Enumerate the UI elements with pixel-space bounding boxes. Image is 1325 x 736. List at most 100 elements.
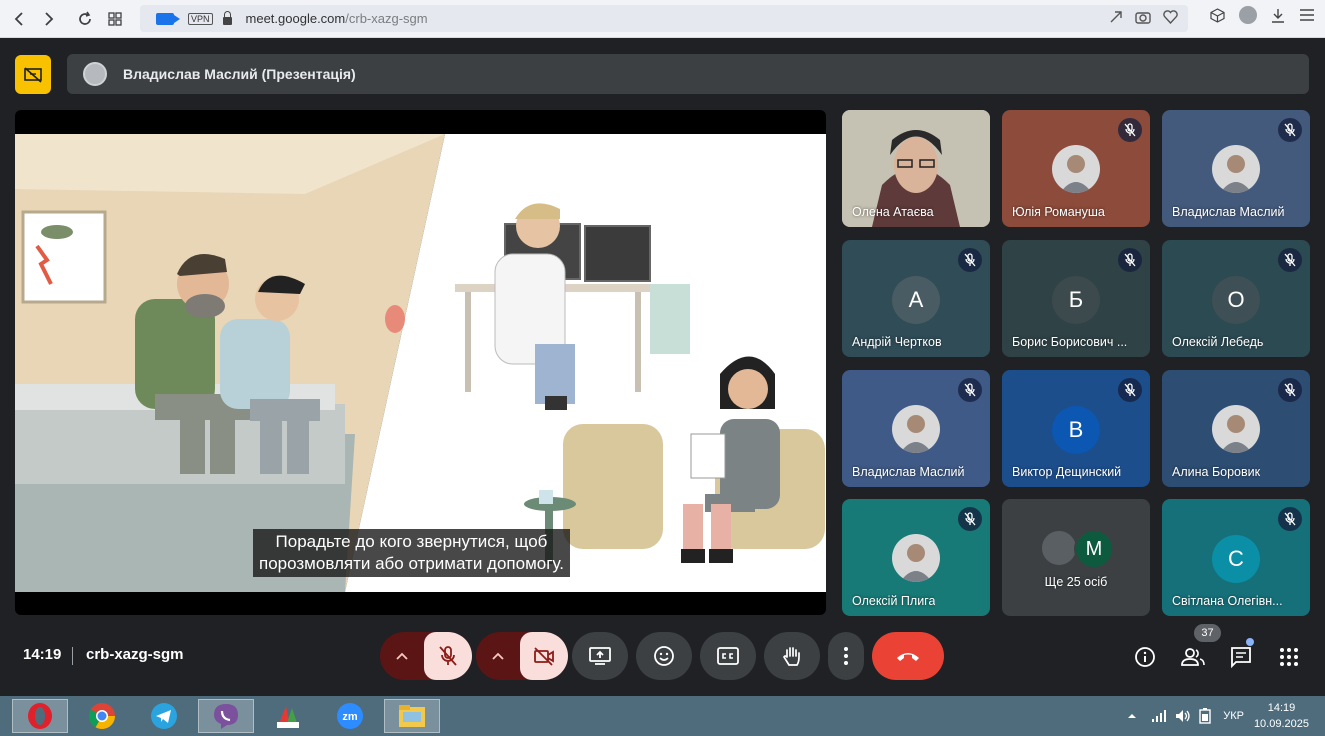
camera-off-icon [534, 647, 554, 666]
participant-initial: В [1052, 406, 1100, 454]
tray-arrow-icon[interactable] [1127, 712, 1137, 720]
people-count-badge: 37 [1194, 624, 1221, 642]
present-screen-icon [589, 647, 611, 665]
back-icon[interactable] [4, 4, 34, 34]
stop-presenting-icon[interactable] [15, 55, 51, 94]
presenter-name: Владислав Маслий (Презентація) [123, 66, 356, 82]
taskbar-zoom[interactable]: zm [322, 699, 378, 733]
leave-call-button[interactable] [872, 632, 944, 680]
more-options-button[interactable] [828, 632, 864, 680]
participant-name: Алина Боровик [1172, 465, 1261, 479]
zoom-icon: zm [337, 703, 363, 729]
mic-options-button[interactable] [380, 632, 424, 680]
mic-muted-icon [1278, 507, 1302, 531]
present-screen-button[interactable] [572, 632, 628, 680]
participant-avatar [892, 534, 940, 582]
system-clock[interactable]: 14:19 10.09.2025 [1254, 700, 1309, 732]
participant-avatar [1212, 405, 1260, 453]
camera-toggle-button[interactable] [520, 632, 568, 680]
os-taskbar: zm УКР 14:19 10.09.2025 [0, 696, 1325, 736]
divider [72, 647, 73, 665]
taskbar-chrome[interactable] [74, 699, 130, 733]
telegram-icon [151, 703, 177, 729]
info-icon [1135, 647, 1155, 667]
presenter-banner: Владислав Маслий (Презентація) [67, 54, 1309, 94]
participant-name: Борис Борисович ... [1012, 335, 1128, 349]
heart-icon[interactable] [1163, 10, 1178, 24]
browser-toolbar: VPN meet.google.com/crb-xazg-sgm [0, 0, 1325, 38]
forward-icon[interactable] [34, 4, 64, 34]
participant-tile[interactable]: С Світлана Олегівн... [1162, 499, 1310, 616]
mic-muted-icon [958, 378, 982, 402]
slide-caption: Порадьте до кого звернутися, щоб порозмо… [253, 529, 570, 577]
taskbar-opera[interactable] [12, 699, 68, 733]
lock-icon[interactable] [222, 10, 232, 25]
phone-hangup-icon [897, 653, 919, 661]
participant-initial: С [1212, 535, 1260, 583]
participant-tile[interactable]: М Ще 25 осіб [1002, 499, 1150, 616]
chrome-icon [88, 703, 116, 730]
mic-control [380, 632, 472, 680]
activities-button[interactable] [1276, 644, 1302, 670]
participant-avatar [1052, 145, 1100, 193]
address-bar[interactable]: VPN meet.google.com/crb-xazg-sgm [140, 5, 1188, 32]
participant-tile[interactable]: Алина Боровик [1162, 370, 1310, 487]
taskbar-telegram[interactable] [136, 699, 192, 733]
participant-name: Юлія Романуша [1012, 205, 1105, 219]
camera-options-button[interactable] [476, 632, 520, 680]
opera-icon [28, 703, 52, 729]
battery-icon[interactable] [1199, 708, 1211, 724]
participant-tile[interactable]: Владислав Маслий [842, 370, 990, 487]
meeting-info-button[interactable] [1132, 644, 1158, 670]
chat-button[interactable] [1228, 644, 1254, 670]
mic-muted-icon [1278, 248, 1302, 272]
volume-icon[interactable] [1175, 709, 1191, 723]
raise-hand-button[interactable] [764, 632, 820, 680]
signal-icon[interactable] [1151, 710, 1167, 722]
participant-tile[interactable]: Б Борис Борисович ... [1002, 240, 1150, 357]
captions-icon [717, 647, 739, 665]
meeting-code: crb-xazg-sgm [86, 646, 184, 663]
vpn-badge[interactable]: VPN [188, 12, 213, 25]
reactions-button[interactable] [636, 632, 692, 680]
participant-name: Світлана Олегівн... [1172, 594, 1283, 608]
mic-off-icon [439, 646, 457, 666]
participant-tile[interactable]: Владислав Маслий [1162, 110, 1310, 227]
cube-icon[interactable] [1210, 7, 1225, 23]
mic-muted-icon [1278, 378, 1302, 402]
participant-tile[interactable]: В Виктор Дещинский [1002, 370, 1150, 487]
captions-button[interactable] [700, 632, 756, 680]
system-tray: УКР 14:19 10.09.2025 [1127, 696, 1325, 736]
presentation-stage[interactable]: Порадьте до кого звернутися, щоб порозмо… [15, 110, 826, 615]
folder-icon [399, 705, 425, 727]
presenter-avatar [83, 62, 107, 86]
slide-illustration [15, 134, 826, 592]
participant-tile[interactable]: О Олексій Лебедь [1162, 240, 1310, 357]
participant-name: Олексій Лебедь [1172, 335, 1264, 349]
reload-icon[interactable] [70, 4, 100, 34]
emoji-icon [654, 646, 674, 666]
participant-initial: А [892, 276, 940, 324]
menu-icon[interactable] [1299, 8, 1315, 22]
taskbar-viber[interactable] [198, 699, 254, 733]
participant-tile[interactable]: А Андрій Чертков [842, 240, 990, 357]
share-icon[interactable] [1109, 10, 1123, 24]
svg-text:zm: zm [342, 711, 358, 723]
taskbar-explorer[interactable] [384, 699, 440, 733]
snapshot-icon[interactable] [1135, 10, 1151, 24]
app-fan-icon [277, 706, 299, 728]
tabs-grid-icon[interactable] [100, 4, 130, 34]
url-text: meet.google.com/crb-xazg-sgm [246, 11, 428, 26]
people-button[interactable] [1180, 644, 1206, 670]
keyboard-language[interactable]: УКР [1223, 710, 1244, 722]
taskbar-app-fan[interactable] [260, 699, 316, 733]
people-icon [1181, 648, 1205, 666]
chevron-up-icon [396, 652, 408, 660]
participant-tile[interactable]: Олена Атаєва [842, 110, 990, 227]
mic-toggle-button[interactable] [424, 632, 472, 680]
participant-name: Олена Атаєва [852, 205, 934, 219]
profile-avatar[interactable] [1239, 6, 1257, 24]
download-icon[interactable] [1271, 8, 1285, 23]
participant-tile[interactable]: Олексій Плига [842, 499, 990, 616]
participant-tile[interactable]: Юлія Романуша [1002, 110, 1150, 227]
